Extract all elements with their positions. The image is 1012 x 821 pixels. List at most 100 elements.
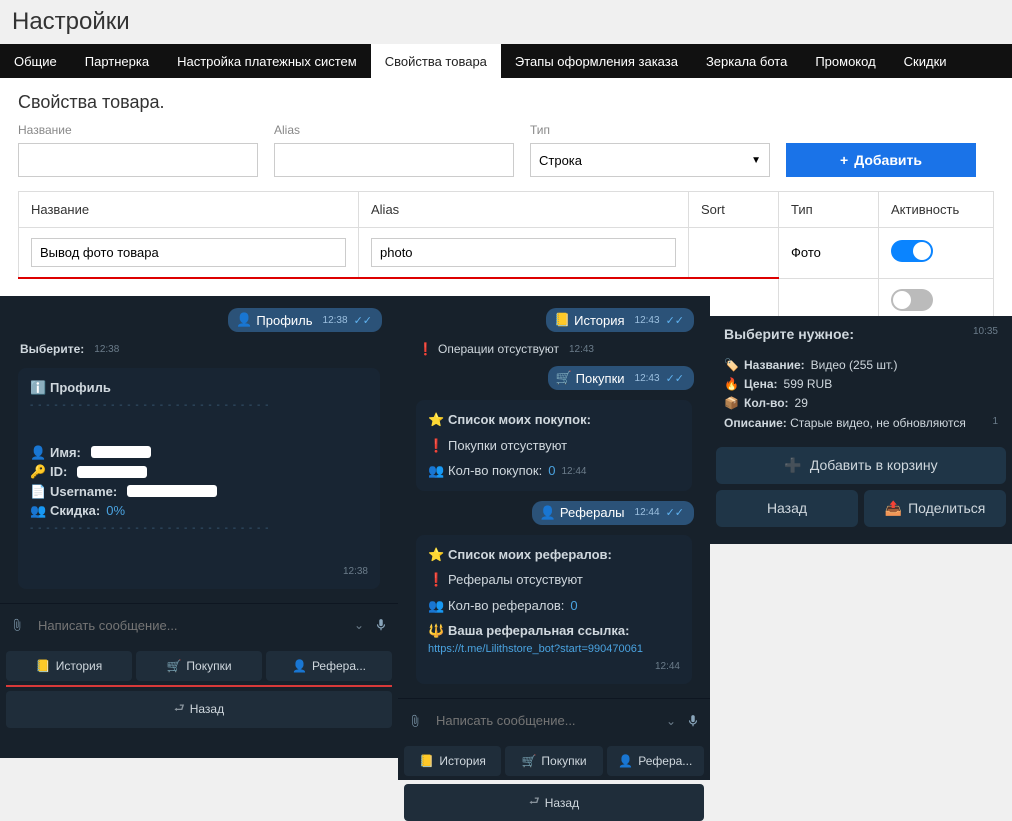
card-time: 12:44 xyxy=(561,464,586,479)
tab-product-props[interactable]: Свойства товара xyxy=(371,44,501,78)
exclaim-icon: ❗ xyxy=(418,342,432,356)
panel3-time: 10:35 xyxy=(973,326,998,342)
message-time: 12:44 xyxy=(635,507,660,518)
star-icon: ⭐ xyxy=(428,410,442,430)
qty-value: 29 xyxy=(795,394,808,413)
message-input-bar: ⌄ xyxy=(0,603,398,647)
microphone-icon[interactable] xyxy=(374,618,388,632)
discount-value: 0% xyxy=(106,501,125,521)
message-time: 12:43 xyxy=(635,315,660,326)
attachment-icon[interactable] xyxy=(10,618,24,632)
group-icon: 👥 xyxy=(428,461,442,481)
box-icon: 📦 xyxy=(724,394,738,413)
username-label: Username: xyxy=(50,482,117,502)
back-label: Назад xyxy=(190,702,224,716)
tab-partner[interactable]: Партнерка xyxy=(71,44,163,78)
sys-text: Операции отсуствуют xyxy=(438,342,559,356)
cart-icon: 🛒 xyxy=(556,370,570,386)
divider: - - - - - - - - - - - - - - - - - - - - … xyxy=(30,398,368,413)
history-label: История xyxy=(56,659,103,673)
row-active-toggle-off[interactable] xyxy=(891,289,933,311)
tab-payment[interactable]: Настройка платежных систем xyxy=(163,44,371,78)
name-label: Название: xyxy=(744,356,805,375)
cart-icon: 🛒 xyxy=(521,754,536,768)
history-button[interactable]: 📒История xyxy=(6,651,132,681)
tab-discounts[interactable]: Скидки xyxy=(890,44,961,78)
back-button[interactable]: ⮐Назад xyxy=(6,691,392,728)
referrals-card: ⭐Список моих рефералов: ❗Рефералы отсуст… xyxy=(416,535,692,685)
referral-link[interactable]: https://t.me/Lilithstore_bot?start=99047… xyxy=(428,641,680,658)
chevron-down-icon[interactable]: ⌄ xyxy=(354,618,364,632)
history-icon: 📒 xyxy=(554,312,568,328)
read-check-icon: ✓✓ xyxy=(354,314,372,327)
out-message-profile: 👤 Профиль 12:38 ✓✓ xyxy=(228,308,382,332)
row-alias-input[interactable] xyxy=(371,238,676,267)
profile-title: Профиль xyxy=(50,378,111,398)
back-button[interactable]: ⮐Назад xyxy=(404,784,704,821)
chevron-down-icon[interactable]: ⌄ xyxy=(666,714,676,728)
redacted-username xyxy=(127,485,217,497)
referrals-button[interactable]: 👤 Рефера... xyxy=(607,746,704,776)
choose-time: 12:38 xyxy=(94,344,119,355)
id-label: ID: xyxy=(50,462,67,482)
add-to-cart-button[interactable]: ➕Добавить в корзину xyxy=(716,447,1006,484)
type-label: Тип xyxy=(530,123,770,137)
read-check-icon: ✓✓ xyxy=(666,314,684,327)
tab-checkout[interactable]: Этапы оформления заказа xyxy=(501,44,692,78)
star-icon: ⭐ xyxy=(428,545,442,565)
card-title: Список моих рефералов: xyxy=(448,545,612,565)
row-sort-cell xyxy=(689,228,779,279)
message-time: 12:38 xyxy=(323,315,348,326)
row-name-input[interactable] xyxy=(31,238,346,267)
back-icon: ⮐ xyxy=(529,792,540,813)
table-row: Фото xyxy=(19,228,994,279)
group-icon: 👥 xyxy=(428,596,442,616)
referrals-button[interactable]: 👤Рефера... xyxy=(266,651,392,681)
microphone-icon[interactable] xyxy=(686,714,700,728)
attachment-icon[interactable] xyxy=(408,714,422,728)
tab-mirrors[interactable]: Зеркала бота xyxy=(692,44,801,78)
tab-general[interactable]: Общие xyxy=(0,44,71,78)
out-message-label: Покупки xyxy=(576,371,625,386)
th-sort: Sort xyxy=(689,192,779,228)
card-line: Кол-во рефералов: xyxy=(448,596,564,616)
purchases-button[interactable]: 🛒Покупки xyxy=(136,651,262,681)
referrals-label: Рефера... xyxy=(638,754,692,768)
tab-promo[interactable]: Промокод xyxy=(801,44,889,78)
message-input[interactable] xyxy=(34,610,344,641)
th-type: Тип xyxy=(779,192,879,228)
share-icon: 📤 xyxy=(885,500,902,517)
history-button[interactable]: 📒История xyxy=(404,746,501,776)
row-type-cell: Фото xyxy=(779,228,879,279)
sys-time: 12:43 xyxy=(569,344,594,355)
message-input[interactable] xyxy=(432,705,656,736)
card-title: Список моих покупок: xyxy=(448,410,591,430)
name-input[interactable] xyxy=(18,143,258,177)
desc-label: Описание: xyxy=(724,416,787,430)
sys-no-operations: ❗ Операции отсуствуют 12:43 xyxy=(408,336,700,362)
fire-icon: 🔥 xyxy=(724,375,738,394)
share-label: Поделиться xyxy=(908,500,985,516)
person-icon: 👤 xyxy=(30,443,44,463)
back-label: Назад xyxy=(767,500,807,516)
back-button[interactable]: Назад xyxy=(716,490,858,527)
purchases-label: Покупки xyxy=(186,659,231,673)
section-product-properties: Свойства товара. Название Alias Тип Стро… xyxy=(0,78,1012,331)
alias-input[interactable] xyxy=(274,143,514,177)
type-select[interactable]: Строка ▼ xyxy=(530,143,770,177)
purchases-button[interactable]: 🛒Покупки xyxy=(505,746,602,776)
qty-label: Кол-во: xyxy=(744,394,789,413)
th-name: Название xyxy=(19,192,359,228)
row-active-toggle[interactable] xyxy=(891,240,933,262)
message-input-bar: ⌄ xyxy=(398,698,710,742)
add-button[interactable]: + Добавить xyxy=(786,143,976,177)
exclaim-icon: ❗ xyxy=(428,570,442,590)
referrals-label: Рефера... xyxy=(312,659,366,673)
section-title: Свойства товара. xyxy=(18,92,994,113)
share-button[interactable]: 📤 Поделиться xyxy=(864,490,1006,527)
user-icon: 👤 xyxy=(618,754,633,768)
telegram-panel-middle: 📒 История 12:43 ✓✓ ❗ Операции отсуствуют… xyxy=(398,296,710,758)
choose-prompt: Выберите: 12:38 xyxy=(10,336,388,362)
file-icon: 📄 xyxy=(30,482,44,502)
purchases-card: ⭐Список моих покупок: ❗Покупки отсуствую… xyxy=(416,400,692,491)
